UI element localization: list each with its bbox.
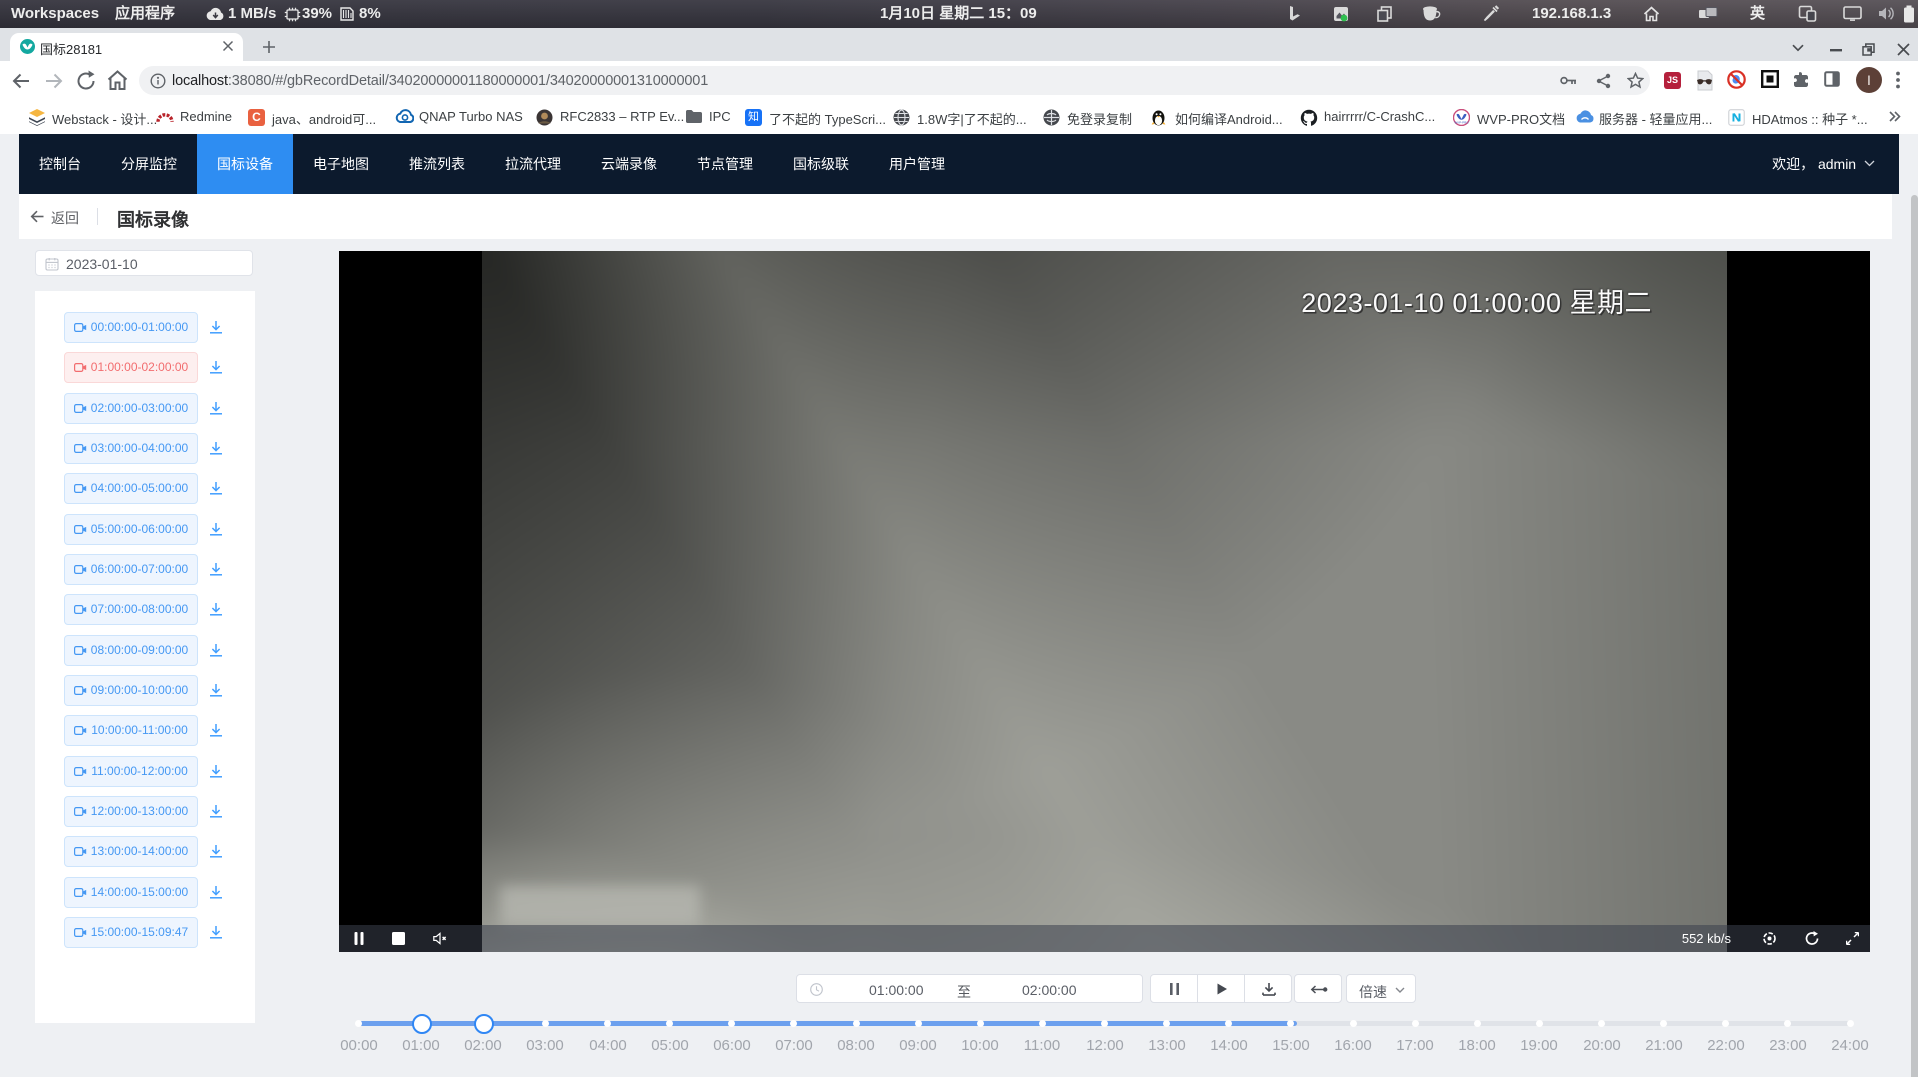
svg-text:WVP-PRO: WVP-PRO <box>1454 121 1469 125</box>
